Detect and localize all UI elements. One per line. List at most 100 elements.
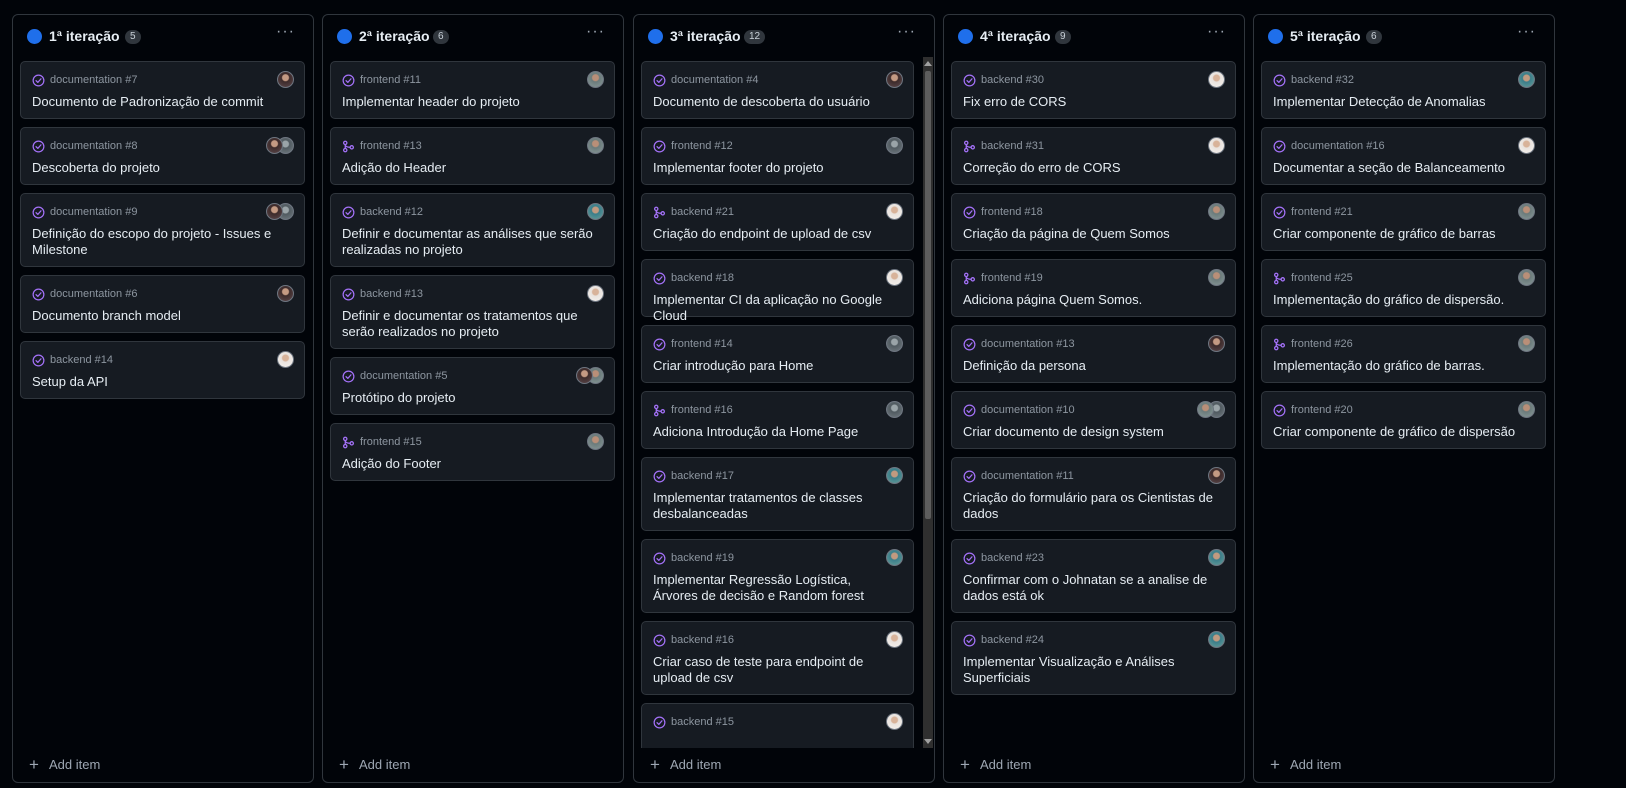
card-repo-number[interactable]: documentation #16: [1291, 140, 1385, 152]
add-item-button[interactable]: + Add item: [1268, 756, 1341, 773]
column-menu-button[interactable]: ···: [1517, 23, 1536, 41]
avatar[interactable]: [266, 203, 283, 220]
issue-card[interactable]: documentation #9 Definição do escopo do p…: [20, 193, 305, 267]
card-title[interactable]: Definição da persona: [963, 358, 1221, 374]
issue-card[interactable]: documentation #7 Documento de Padronizaçã…: [20, 61, 305, 119]
avatar[interactable]: [1518, 71, 1535, 88]
card-repo-number[interactable]: frontend #14: [671, 338, 733, 350]
card-title[interactable]: Protótipo do projeto: [342, 390, 600, 406]
issue-card[interactable]: backend #15: [641, 703, 914, 748]
card-repo-number[interactable]: backend #30: [981, 74, 1044, 86]
card-repo-number[interactable]: frontend #11: [360, 74, 421, 86]
card-title[interactable]: Criar componente de gráfico de barras: [1273, 226, 1531, 242]
card-title[interactable]: Implementar header do projeto: [342, 94, 600, 110]
avatar[interactable]: [1208, 549, 1225, 566]
issue-card[interactable]: backend #32 Implementar Detecção de Anoma…: [1261, 61, 1546, 119]
scroll-down-arrow-icon[interactable]: [924, 739, 932, 744]
column-menu-button[interactable]: ···: [586, 23, 605, 41]
card-repo-number[interactable]: backend #14: [50, 354, 113, 366]
card-repo-number[interactable]: frontend #20: [1291, 404, 1353, 416]
card-repo-number[interactable]: documentation #5: [360, 370, 447, 382]
card-title[interactable]: Documento de descoberta do usuário: [653, 94, 899, 110]
card-repo-number[interactable]: frontend #13: [360, 140, 422, 152]
card-repo-number[interactable]: frontend #25: [1291, 272, 1353, 284]
avatar[interactable]: [886, 203, 903, 220]
card-title[interactable]: Criar componente de gráfico de dispersão: [1273, 424, 1531, 440]
card-title[interactable]: Implementação do gráfico de dispersão.: [1273, 292, 1531, 308]
issue-card[interactable]: frontend #19 Adiciona página Quem Somos.: [951, 259, 1236, 317]
card-repo-number[interactable]: frontend #21: [1291, 206, 1353, 218]
avatar[interactable]: [1518, 203, 1535, 220]
card-repo-number[interactable]: backend #17: [671, 470, 734, 482]
card-repo-number[interactable]: documentation #11: [981, 470, 1074, 482]
card-repo-number[interactable]: frontend #15: [360, 436, 422, 448]
card-title[interactable]: Fix erro de CORS: [963, 94, 1221, 110]
avatar[interactable]: [1197, 401, 1214, 418]
card-title[interactable]: Documento de Padronização de commit: [32, 94, 290, 110]
card-repo-number[interactable]: backend #13: [360, 288, 423, 300]
card-title[interactable]: Confirmar com o Johnatan se a analise de…: [963, 572, 1221, 604]
add-item-button[interactable]: + Add item: [958, 756, 1031, 773]
avatar[interactable]: [886, 549, 903, 566]
issue-card[interactable]: frontend #18 Criação da página de Quem So…: [951, 193, 1236, 251]
card-title[interactable]: Definir e documentar os tratamentos que …: [342, 308, 600, 340]
card-repo-number[interactable]: backend #19: [671, 552, 734, 564]
avatar[interactable]: [886, 401, 903, 418]
avatar[interactable]: [277, 285, 294, 302]
avatar[interactable]: [886, 335, 903, 352]
issue-card[interactable]: frontend #14 Criar introdução para Home: [641, 325, 914, 383]
issue-card[interactable]: backend #19 Implementar Regressão Logísti…: [641, 539, 914, 613]
card-title[interactable]: Descoberta do projeto: [32, 160, 290, 176]
issue-card[interactable]: documentation #16 Documentar a seção de B…: [1261, 127, 1546, 185]
card-repo-number[interactable]: documentation #6: [50, 288, 137, 300]
avatar[interactable]: [886, 71, 903, 88]
add-item-button[interactable]: + Add item: [27, 756, 100, 773]
avatar[interactable]: [266, 137, 283, 154]
card-title[interactable]: Criar caso de teste para endpoint de upl…: [653, 654, 899, 686]
card-title[interactable]: Criar introdução para Home: [653, 358, 899, 374]
add-item-button[interactable]: + Add item: [337, 756, 410, 773]
card-repo-number[interactable]: documentation #10: [981, 404, 1075, 416]
card-repo-number[interactable]: backend #31: [981, 140, 1044, 152]
issue-card[interactable]: backend #17 Implementar tratamentos de cl…: [641, 457, 914, 531]
column-menu-button[interactable]: ···: [897, 23, 916, 41]
avatar[interactable]: [886, 631, 903, 648]
issue-card[interactable]: backend #23 Confirmar com o Johnatan se a…: [951, 539, 1236, 613]
issue-card[interactable]: documentation #11 Criação do formulário p…: [951, 457, 1236, 531]
card-title[interactable]: Adição do Header: [342, 160, 600, 176]
card-repo-number[interactable]: backend #32: [1291, 74, 1354, 86]
avatar[interactable]: [576, 367, 593, 384]
card-repo-number[interactable]: documentation #9: [50, 206, 137, 218]
card-title[interactable]: Adiciona página Quem Somos.: [963, 292, 1221, 308]
avatar[interactable]: [1208, 631, 1225, 648]
issue-card[interactable]: backend #14 Setup da API: [20, 341, 305, 399]
issue-card[interactable]: backend #13 Definir e documentar os trata…: [330, 275, 615, 349]
card-title[interactable]: Criar documento de design system: [963, 424, 1221, 440]
issue-card[interactable]: backend #30 Fix erro de CORS: [951, 61, 1236, 119]
issue-card[interactable]: backend #12 Definir e documentar as análi…: [330, 193, 615, 267]
column-menu-button[interactable]: ···: [276, 23, 295, 41]
card-repo-number[interactable]: backend #21: [671, 206, 734, 218]
avatar[interactable]: [1518, 269, 1535, 286]
card-repo-number[interactable]: frontend #12: [671, 140, 733, 152]
avatar[interactable]: [1518, 401, 1535, 418]
issue-card[interactable]: backend #18 Implementar CI da aplicação n…: [641, 259, 914, 323]
card-repo-number[interactable]: frontend #16: [671, 404, 733, 416]
avatar[interactable]: [1208, 203, 1225, 220]
avatar[interactable]: [587, 285, 604, 302]
scrollbar-thumb[interactable]: [925, 71, 931, 519]
issue-card[interactable]: backend #21 Criação do endpoint de upload…: [641, 193, 914, 251]
avatar[interactable]: [1518, 137, 1535, 154]
card-repo-number[interactable]: documentation #4: [671, 74, 758, 86]
card-title[interactable]: Implementação do gráfico de barras.: [1273, 358, 1531, 374]
issue-card[interactable]: frontend #20 Criar componente de gráfico …: [1261, 391, 1546, 449]
avatar[interactable]: [886, 467, 903, 484]
avatar[interactable]: [1208, 269, 1225, 286]
issue-card[interactable]: documentation #8 Descoberta do projeto: [20, 127, 305, 185]
card-title[interactable]: Documento branch model: [32, 308, 290, 324]
card-title[interactable]: Criação do endpoint de upload de csv: [653, 226, 899, 242]
issue-card[interactable]: documentation #10 Criar documento de desi…: [951, 391, 1236, 449]
issue-card[interactable]: frontend #13 Adição do Header: [330, 127, 615, 185]
issue-card[interactable]: backend #16 Criar caso de teste para endp…: [641, 621, 914, 695]
issue-card[interactable]: documentation #4 Documento de descoberta …: [641, 61, 914, 119]
